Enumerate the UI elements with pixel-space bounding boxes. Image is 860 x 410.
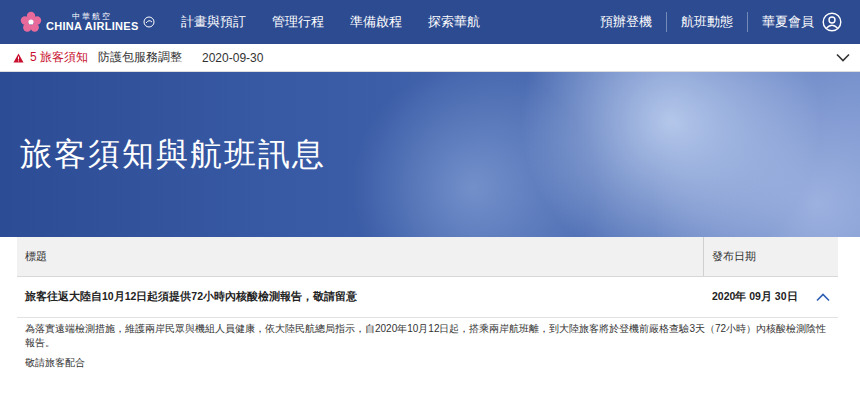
hero-banner: 旅客須知與航班訊息 xyxy=(0,72,860,237)
nav-item[interactable]: 管理行程 xyxy=(272,13,324,31)
body-paragraph: 為落實遠端檢測措施，維護兩岸民眾與機組人員健康，依大陸民航總局指示，自2020年… xyxy=(25,322,830,350)
alliance-icon xyxy=(143,16,155,28)
utility-item[interactable]: 預辦登機 xyxy=(586,12,666,32)
hero-title: 旅客須知與航班訊息 xyxy=(20,133,326,177)
chevron-icon[interactable] xyxy=(816,293,830,302)
utility-nav: 預辦登機航班動態 華夏會員 xyxy=(586,12,848,32)
row-body: 為落實遠端檢測措施，維護兩岸民眾與機組人員健康，依大陸民航總局指示，自2020年… xyxy=(17,318,838,370)
nav-item[interactable]: 準備啟程 xyxy=(350,13,402,31)
notice-table: 標題 發布日期 旅客往返大陸自10月12日起須提供72小時內核酸檢測報告，敬請留… xyxy=(17,237,838,370)
notice-date: 2020-09-30 xyxy=(202,51,263,65)
row-date: 2020年 09月 30日 xyxy=(704,277,838,317)
logo-english: CHINA AIRLINES xyxy=(46,21,139,32)
nav-item[interactable]: 計畫與預訂 xyxy=(181,13,246,31)
plum-blossom-icon xyxy=(20,11,42,33)
user-icon xyxy=(822,12,842,32)
warning-icon xyxy=(13,53,24,63)
chevron-down-icon[interactable] xyxy=(836,53,850,62)
top-nav-bar: 中華航空 CHINA AIRLINES 計畫與預訂 管理行程 準備啟程 探索華航 預辦… xyxy=(0,0,860,44)
column-header: 標題 xyxy=(17,237,703,276)
row-title: 旅客往返大陸自10月12日起須提供72小時內核酸檢測報告，敬請留意 xyxy=(17,277,704,317)
body-paragraph: 敬請旅客配合 xyxy=(25,356,830,370)
main-nav: 計畫與預訂 管理行程 準備啟程 探索華航 xyxy=(181,13,480,31)
notice-label: 5 旅客須知 xyxy=(30,49,88,66)
notice-bar[interactable]: 5 旅客須知 防護包服務調整 2020-09-30 xyxy=(0,44,860,72)
member-link[interactable]: 華夏會員 xyxy=(747,12,848,32)
logo[interactable]: 中華航空 CHINA AIRLINES xyxy=(20,11,155,33)
nav-item[interactable]: 探索華航 xyxy=(428,13,480,31)
logo-chinese: 中華航空 xyxy=(72,13,112,21)
page: 中華航空 CHINA AIRLINES 計畫與預訂 管理行程 準備啟程 探索華航 預辦… xyxy=(0,0,860,410)
table-row[interactable]: 旅客往返大陸自10月12日起須提供72小時內核酸檢測報告，敬請留意 2020年 … xyxy=(17,277,838,318)
table-header: 標題 發布日期 xyxy=(17,237,838,277)
column-header: 發布日期 xyxy=(703,237,838,276)
notice-headline: 防護包服務調整 xyxy=(98,49,182,66)
utility-item[interactable]: 航班動態 xyxy=(666,12,747,32)
